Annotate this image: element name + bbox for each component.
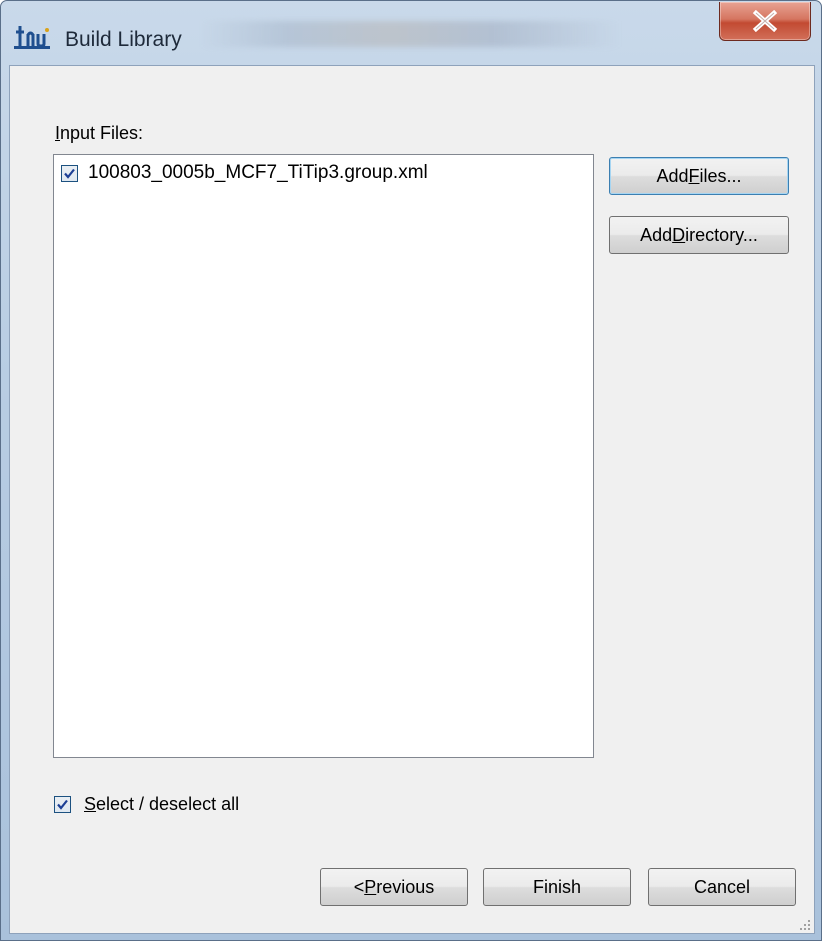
- list-item[interactable]: 100803_0005b_MCF7_TiTip3.group.xml: [61, 161, 428, 185]
- title-bar[interactable]: Build Library: [1, 1, 821, 65]
- select-all-checkbox[interactable]: [54, 796, 71, 813]
- cancel-button[interactable]: Cancel: [648, 868, 796, 906]
- previous-button[interactable]: < Previous: [320, 868, 468, 906]
- finish-button[interactable]: Finish: [483, 868, 631, 906]
- close-icon: [752, 10, 778, 32]
- title-bar-blur: [201, 21, 621, 47]
- select-deselect-all[interactable]: Select / deselect all: [54, 794, 239, 815]
- check-icon: [57, 799, 68, 810]
- dialog-content: Input Files: 100803_0005b_MCF7_TiTip3.gr…: [9, 65, 815, 934]
- input-files-list[interactable]: 100803_0005b_MCF7_TiTip3.group.xml: [53, 154, 594, 758]
- file-checkbox[interactable]: [61, 164, 78, 182]
- build-library-dialog: Build Library Input Files: 100803_0005b_…: [0, 0, 822, 941]
- build-library-icon: [14, 22, 50, 50]
- add-files-button[interactable]: Add Files...: [609, 157, 789, 195]
- select-all-label: Select / deselect all: [84, 794, 240, 814]
- window-title: Build Library: [65, 28, 182, 51]
- file-name: 100803_0005b_MCF7_TiTip3.group.xml: [88, 162, 428, 183]
- input-files-label: Input Files:: [55, 123, 144, 143]
- close-button[interactable]: [719, 2, 811, 41]
- add-directory-button[interactable]: Add Directory...: [609, 216, 789, 254]
- check-icon: [64, 168, 75, 179]
- resize-grip-icon[interactable]: [799, 918, 811, 930]
